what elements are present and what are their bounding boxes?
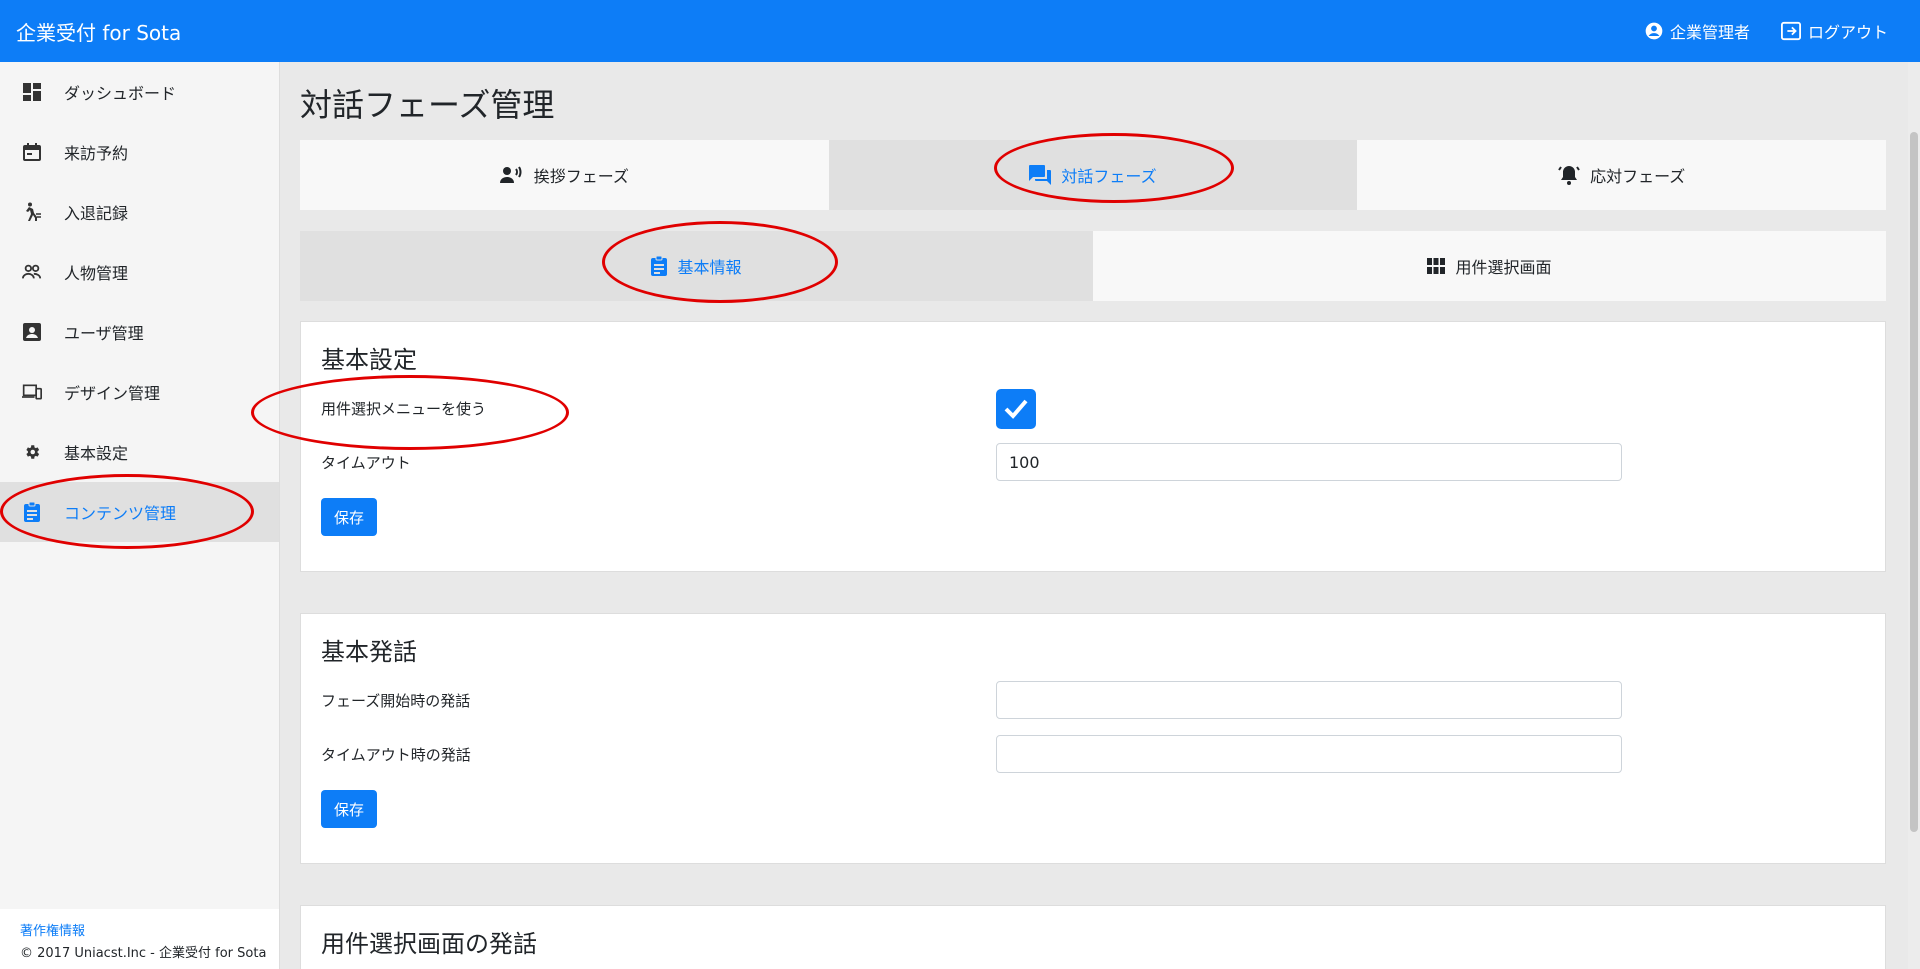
tab-menu-select-screen[interactable]: 用件選択画面 (1093, 231, 1886, 301)
sidebar-item-reservations[interactable]: 来訪予約 (0, 122, 279, 182)
dashboard-icon (22, 82, 42, 102)
page-title: 対話フェーズ管理 (300, 86, 555, 124)
user-card-icon (22, 322, 42, 342)
sidebar-item-people[interactable]: 人物管理 (0, 242, 279, 302)
sidebar-item-label: 人物管理 (64, 264, 129, 283)
calendar-icon (22, 142, 42, 162)
main-content: 対話フェーズ管理 挨拶フェーズ 対話フェーズ 応対フェーズ 基本情報 用件選択画… (280, 62, 1910, 969)
sidebar-item-label: ダッシュボード (64, 84, 177, 103)
speaker-person-icon (499, 166, 522, 183)
sub-tabs: 基本情報 用件選択画面 (300, 231, 1886, 301)
card-heading: 用件選択画面の発話 (321, 930, 537, 958)
brand-title[interactable]: 企業受付 for Sota (16, 17, 181, 46)
check-icon (1004, 399, 1028, 419)
timeout-label: タイムアウト (321, 454, 411, 472)
tab-response-phase[interactable]: 応対フェーズ (1357, 140, 1887, 210)
chat-icon (1029, 165, 1052, 185)
phase-tabs: 挨拶フェーズ 対話フェーズ 応対フェーズ (300, 140, 1887, 210)
page-scrollbar[interactable] (1908, 62, 1920, 969)
walk-icon (22, 202, 42, 222)
sidebar-item-users[interactable]: ユーザ管理 (0, 302, 279, 362)
timeout-input[interactable] (996, 443, 1622, 481)
top-navbar: 企業受付 for Sota 企業管理者 ログアウト (0, 0, 1920, 62)
clipboard-icon (651, 256, 668, 276)
logout-button[interactable]: ログアウト (1780, 19, 1888, 43)
sidebar-item-entry-log[interactable]: 入退記録 (0, 182, 279, 242)
tab-label: 挨拶フェーズ (533, 167, 629, 186)
scrollbar-thumb[interactable] (1910, 132, 1918, 832)
sidebar-item-label: コンテンツ管理 (64, 504, 177, 523)
sidebar: ダッシュボード 来訪予約 入退記録 人物管理 ユーザ管理 デザイン管理 基本設定… (0, 62, 280, 969)
tab-label: 基本情報 (677, 258, 742, 277)
tab-label: 応対フェーズ (1590, 167, 1686, 186)
copyright-text: © 2017 Uniacst.Inc - 企業受付 for Sota (20, 946, 267, 961)
use-menu-checkbox[interactable] (996, 389, 1036, 429)
card-heading: 基本発話 (321, 638, 417, 666)
tab-basic-info[interactable]: 基本情報 (300, 231, 1093, 301)
copyright-link[interactable]: 著作権情報 (20, 924, 85, 939)
tab-label: 対話フェーズ (1061, 167, 1157, 186)
sidebar-item-label: 基本設定 (64, 444, 129, 463)
account-circle-icon (1645, 22, 1663, 40)
sidebar-item-dashboard[interactable]: ダッシュボード (0, 62, 279, 122)
user-menu[interactable]: 企業管理者 (1644, 19, 1750, 43)
menu-speech-card: 用件選択画面の発話 (300, 905, 1886, 969)
sidebar-item-label: 入退記録 (64, 204, 129, 223)
timeout-speech-label: タイムアウト時の発話 (321, 746, 471, 764)
save-button[interactable]: 保存 (321, 790, 378, 828)
use-menu-label: 用件選択メニューを使う (321, 400, 487, 418)
save-button[interactable]: 保存 (321, 498, 378, 536)
tab-greeting-phase[interactable]: 挨拶フェーズ (300, 140, 829, 210)
basic-speech-card: 基本発話 フェーズ開始時の発話 タイムアウト時の発話 保存 (300, 613, 1886, 864)
sidebar-item-content[interactable]: コンテンツ管理 (0, 482, 279, 542)
sidebar-item-settings[interactable]: 基本設定 (0, 422, 279, 482)
bell-icon (1558, 166, 1580, 185)
gear-icon (22, 442, 42, 462)
logout-icon (1780, 21, 1801, 41)
tab-label: 用件選択画面 (1455, 258, 1552, 277)
sidebar-item-design[interactable]: デザイン管理 (0, 362, 279, 422)
grid-icon (1427, 258, 1446, 274)
user-name: 企業管理者 (1669, 23, 1750, 42)
sidebar-item-label: デザイン管理 (64, 384, 161, 403)
card-heading: 基本設定 (321, 346, 417, 374)
tab-dialogue-phase[interactable]: 対話フェーズ (828, 140, 1358, 210)
sidebar-item-label: ユーザ管理 (64, 324, 144, 343)
basic-settings-card: 基本設定 用件選択メニューを使う タイムアウト 保存 (300, 321, 1886, 572)
timeout-speech-input[interactable] (996, 735, 1622, 773)
phase-start-speech-input[interactable] (996, 681, 1622, 719)
devices-icon (22, 382, 42, 402)
clipboard-icon (22, 502, 42, 522)
logout-label: ログアウト (1807, 23, 1888, 42)
sidebar-footer: 著作権情報 © 2017 Uniacst.Inc - 企業受付 for Sota (0, 909, 279, 969)
people-icon (22, 262, 42, 282)
sidebar-item-label: 来訪予約 (64, 144, 129, 163)
phase-start-speech-label: フェーズ開始時の発話 (321, 692, 471, 710)
